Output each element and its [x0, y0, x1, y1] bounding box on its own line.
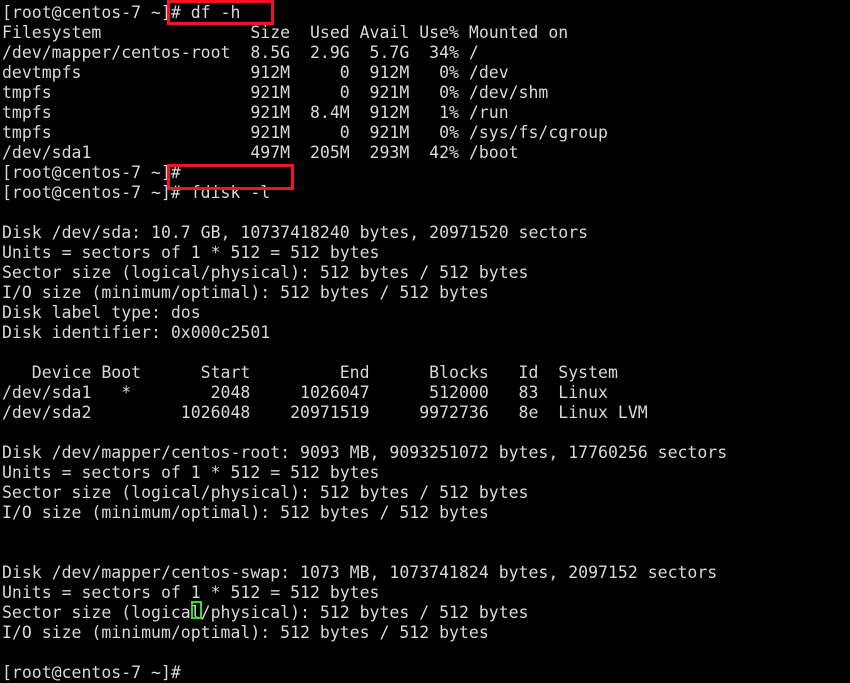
terminal-line: tmpfs 921M 0 921M 0% /dev/shm	[2, 83, 549, 102]
terminal-line: Sector size (logical/physical): 512 byte…	[2, 263, 529, 282]
terminal-line: tmpfs 921M 8.4M 912M 1% /run	[2, 103, 509, 122]
terminal-line: Filesystem Size Used Avail Use% Mounted …	[2, 23, 569, 42]
terminal-line: [root@centos-7 ~]# df -h	[2, 3, 241, 22]
terminal-line: tmpfs 921M 0 921M 0% /sys/fs/cgroup	[2, 123, 608, 142]
terminal-line: Disk /dev/mapper/centos-swap: 1073 MB, 1…	[2, 563, 718, 582]
terminal-line: Units = sectors of 1 * 512 = 512 bytes	[2, 243, 380, 262]
terminal-line: Disk /dev/sda: 10.7 GB, 10737418240 byte…	[2, 223, 589, 242]
terminal-line: [root@centos-7 ~]#	[2, 163, 181, 182]
terminal-line: Sector size (logical/physical): 512 byte…	[2, 603, 529, 622]
terminal-line: I/O size (minimum/optimal): 512 bytes / …	[2, 623, 489, 642]
terminal-line: /dev/mapper/centos-root 8.5G 2.9G 5.7G 3…	[2, 43, 479, 62]
terminal-output[interactable]: [root@centos-7 ~]# df -h Filesystem Size …	[2, 3, 848, 683]
terminal-window[interactable]: [root@centos-7 ~]# df -h Filesystem Size …	[0, 0, 850, 682]
terminal-line: I/O size (minimum/optimal): 512 bytes / …	[2, 503, 489, 522]
terminal-line: /dev/sda1 * 2048 1026047 512000 83 Linux	[2, 383, 608, 402]
terminal-line: I/O size (minimum/optimal): 512 bytes / …	[2, 283, 489, 302]
terminal-line: /dev/sda2 1026048 20971519 9972736 8e Li…	[2, 403, 648, 422]
terminal-line: [root@centos-7 ~]# fdisk -l	[2, 183, 271, 202]
terminal-line: Units = sectors of 1 * 512 = 512 bytes	[2, 583, 380, 602]
terminal-line: Sector size (logical/physical): 512 byte…	[2, 483, 529, 502]
terminal-line: [root@centos-7 ~]#	[2, 663, 191, 682]
text-cursor	[191, 601, 202, 619]
terminal-line: Disk label type: dos	[2, 303, 201, 322]
terminal-line: Units = sectors of 1 * 512 = 512 bytes	[2, 463, 380, 482]
terminal-line: Disk identifier: 0x000c2501	[2, 323, 271, 342]
terminal-line: devtmpfs 912M 0 912M 0% /dev	[2, 63, 509, 82]
terminal-line: /dev/sda1 497M 205M 293M 42% /boot	[2, 143, 519, 162]
terminal-line: Device Boot Start End Blocks Id System	[2, 363, 618, 382]
terminal-line: Disk /dev/mapper/centos-root: 9093 MB, 9…	[2, 443, 728, 462]
